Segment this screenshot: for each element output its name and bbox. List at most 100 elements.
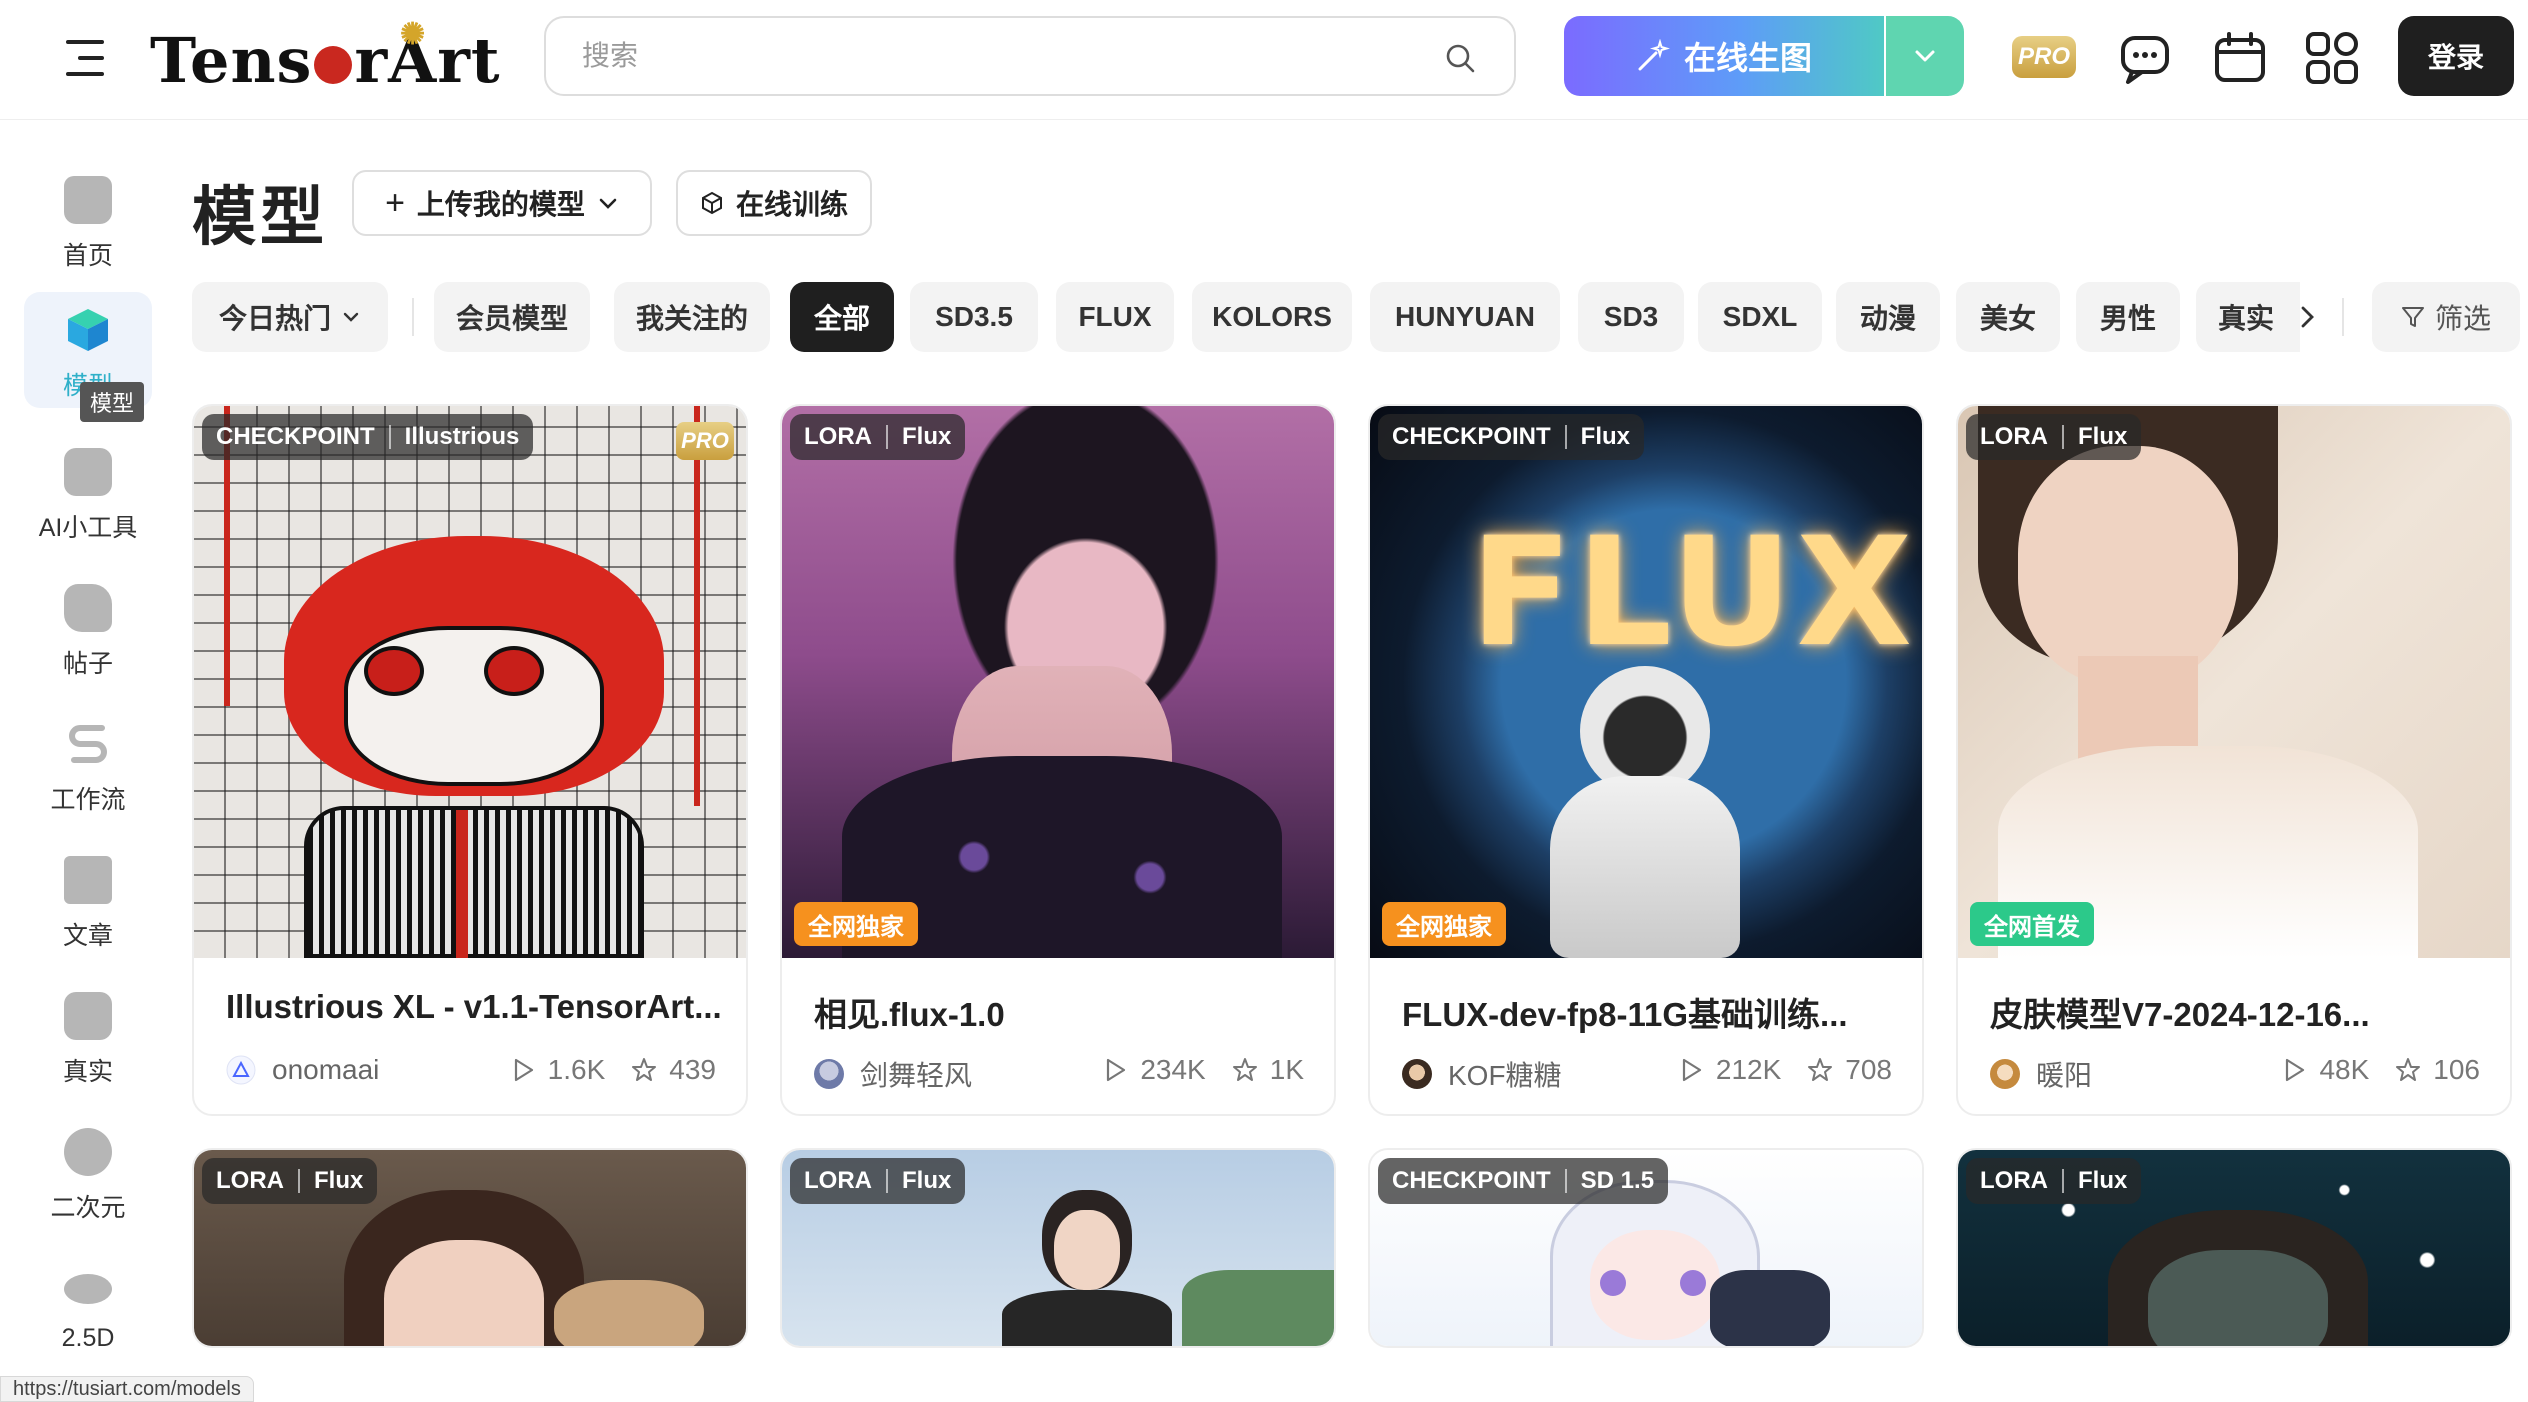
chip-hunyuan[interactable]: HUNYUAN bbox=[1370, 282, 1560, 352]
ai-tools-icon bbox=[64, 448, 112, 496]
divider bbox=[412, 298, 414, 336]
filter-label: 筛选 bbox=[2434, 303, 2491, 334]
card-base-tag: Flux bbox=[902, 423, 952, 450]
star-icon[interactable] bbox=[1232, 1057, 1258, 1083]
sidebar-item-posts[interactable]: 帖子 bbox=[24, 570, 152, 686]
model-card[interactable]: FLUX CHECKPOINT Flux 全网独家 FLUX-dev-fp8-11… bbox=[1368, 404, 1924, 1116]
card-author[interactable]: onomaai bbox=[226, 1054, 379, 1086]
upload-model-label: 上传我的模型 bbox=[416, 189, 585, 220]
card-author[interactable]: KOF糖糖 bbox=[1402, 1054, 1562, 1094]
cube-outline-icon bbox=[701, 191, 722, 215]
card-type-tag: LORA bbox=[216, 1167, 284, 1194]
chevron-down-icon bbox=[599, 198, 617, 209]
chip-vip-models[interactable]: 会员模型 bbox=[434, 282, 590, 352]
sidebar-item-ai-tools[interactable]: AI小工具 bbox=[24, 434, 152, 550]
model-card[interactable]: LORA Flux 全网首发 皮肤模型V7-2024-12-16... 暖阳 48… bbox=[1956, 404, 2512, 1116]
chip-anime[interactable]: 动漫 bbox=[1836, 282, 1940, 352]
upload-model-button[interactable]: + 上传我的模型 bbox=[352, 170, 652, 236]
avatar bbox=[226, 1055, 256, 1085]
card-exclusive-badge: 全网独家 bbox=[794, 902, 918, 946]
model-card[interactable]: CHECKPOINT SD 1.5 bbox=[1368, 1148, 1924, 1348]
anime-icon bbox=[64, 1128, 112, 1176]
card-author-name: 暖阳 bbox=[2036, 1060, 2093, 1091]
top-bar: TensrArt ✺ 在线生图 PRO bbox=[0, 0, 2528, 120]
sidebar-item-workflow[interactable]: 工作流 bbox=[24, 706, 152, 822]
card-thumbnail: LORA Flux bbox=[782, 1150, 1334, 1346]
sidebar-item-label: 2.5D bbox=[61, 1324, 115, 1352]
online-training-button[interactable]: 在线训练 bbox=[676, 170, 872, 236]
generate-dropdown-button[interactable] bbox=[1886, 16, 1964, 96]
chevron-right-icon[interactable] bbox=[2294, 304, 2320, 330]
card-exclusive-badge: 全网首发 bbox=[1970, 902, 2094, 946]
card-stars: 106 bbox=[2433, 1054, 2480, 1085]
chip-sd35[interactable]: SD3.5 bbox=[910, 282, 1038, 352]
pro-badge[interactable]: PRO bbox=[2012, 36, 2076, 78]
sidebar-tooltip: 模型 bbox=[80, 382, 145, 422]
avatar bbox=[1990, 1059, 2020, 1089]
sidebar-item-anime[interactable]: 二次元 bbox=[24, 1114, 152, 1230]
model-card[interactable]: CHECKPOINT Illustrious PRO Illustrious XL… bbox=[192, 404, 748, 1116]
chip-following[interactable]: 我关注的 bbox=[614, 282, 770, 352]
chip-sdxl[interactable]: SDXL bbox=[1698, 282, 1822, 352]
card-tags: LORA Flux bbox=[202, 1158, 378, 1204]
tensorart-logo[interactable]: Tens rArt ✺ bbox=[150, 20, 501, 92]
card-type-tag: LORA bbox=[804, 423, 872, 450]
search-box[interactable] bbox=[544, 16, 1516, 96]
model-card[interactable]: LORA Flux bbox=[192, 1148, 748, 1348]
sidebar-item-label: 帖子 bbox=[62, 650, 113, 678]
search-input[interactable] bbox=[582, 36, 1382, 76]
model-card[interactable]: LORA Flux bbox=[1956, 1148, 2512, 1348]
star-icon[interactable] bbox=[631, 1057, 657, 1083]
sidebar-item-label: 二次元 bbox=[50, 1194, 126, 1222]
model-card[interactable]: LORA Flux 全网独家 相见.flux-1.0 剑舞轻风 234K 1K bbox=[780, 404, 1336, 1116]
card-thumbnail: LORA Flux 全网独家 bbox=[782, 406, 1334, 958]
chip-beauty[interactable]: 美女 bbox=[1956, 282, 2060, 352]
filter-button[interactable]: 筛选 bbox=[2372, 282, 2520, 352]
chevron-down-icon bbox=[343, 312, 359, 322]
login-button[interactable]: 登录 bbox=[2398, 16, 2514, 96]
workflow-icon bbox=[69, 725, 107, 763]
chevron-down-icon bbox=[1915, 50, 1935, 62]
card-stats: 1.6K 439 bbox=[510, 1054, 716, 1086]
chip-realistic[interactable]: 真实 bbox=[2196, 282, 2300, 352]
chip-male[interactable]: 男性 bbox=[2076, 282, 2180, 352]
card-author-name: KOF糖糖 bbox=[1448, 1060, 1562, 1091]
sort-dropdown[interactable]: 今日热门 bbox=[192, 282, 388, 352]
sidebar-item-realistic[interactable]: 真实 bbox=[24, 978, 152, 1094]
search-icon[interactable] bbox=[1444, 42, 1476, 74]
card-type-tag: LORA bbox=[804, 1167, 872, 1194]
calendar-icon[interactable] bbox=[2212, 30, 2268, 86]
menu-toggle-icon[interactable] bbox=[66, 38, 110, 78]
sidebar-item-home[interactable]: 首页 bbox=[24, 162, 152, 278]
star-icon[interactable] bbox=[1807, 1057, 1833, 1083]
online-generate-label: 在线生图 bbox=[1683, 40, 1812, 76]
plus-icon: + bbox=[385, 183, 405, 222]
card-base-tag: Flux bbox=[2078, 1167, 2128, 1194]
model-card[interactable]: LORA Flux bbox=[780, 1148, 1336, 1348]
card-type-tag: CHECKPOINT bbox=[1392, 423, 1551, 450]
star-icon[interactable] bbox=[2395, 1057, 2421, 1083]
ufo-icon bbox=[64, 1274, 112, 1304]
apps-grid-icon[interactable] bbox=[2304, 30, 2360, 86]
card-author[interactable]: 剑舞轻风 bbox=[814, 1054, 972, 1094]
sidebar-item-2-5d[interactable]: 2.5D bbox=[24, 1250, 152, 1366]
card-author[interactable]: 暖阳 bbox=[1990, 1054, 2092, 1094]
online-generate-button[interactable]: 在线生图 bbox=[1564, 16, 1884, 96]
card-author-name: onomaai bbox=[272, 1054, 380, 1085]
card-overlay-text: FLUX bbox=[1470, 506, 1917, 680]
card-thumbnail: LORA Flux bbox=[1958, 1150, 2510, 1346]
chip-sd3[interactable]: SD3 bbox=[1578, 282, 1684, 352]
chip-kolors[interactable]: KOLORS bbox=[1192, 282, 1352, 352]
sidebar-item-articles[interactable]: 文章 bbox=[24, 842, 152, 958]
chip-all[interactable]: 全部 bbox=[790, 282, 894, 352]
play-icon bbox=[514, 1058, 533, 1082]
card-base-tag: Illustrious bbox=[404, 423, 520, 450]
chip-flux[interactable]: FLUX bbox=[1056, 282, 1174, 352]
sidebar: 首页 模型 模型 AI小工具 帖子 工作流 文章 真实 二次元 2.5D bbox=[0, 120, 176, 1402]
card-title: Illustrious XL - v1.1-TensorArt... bbox=[226, 988, 722, 1025]
card-type-tag: CHECKPOINT bbox=[216, 423, 375, 450]
chat-icon[interactable] bbox=[2118, 30, 2174, 86]
card-title: FLUX-dev-fp8-11G基础训练... bbox=[1402, 996, 1848, 1033]
card-tags: CHECKPOINT SD 1.5 bbox=[1378, 1158, 1669, 1204]
card-info: FLUX-dev-fp8-11G基础训练... KOF糖糖 212K 708 bbox=[1370, 958, 1922, 1114]
